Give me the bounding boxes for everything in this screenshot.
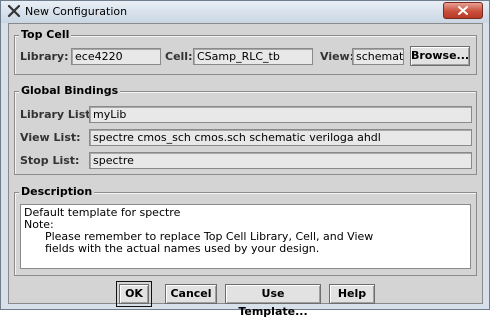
title-bar[interactable]: New Configuration [1, 1, 489, 23]
global-bindings-group: Global Bindings Library List: myLib View… [14, 84, 477, 175]
help-button[interactable]: Help [329, 284, 375, 304]
stop-list-label: Stop List: [20, 154, 80, 167]
view-list-field[interactable]: spectre cmos_sch cmos.sch schematic veri… [89, 129, 472, 146]
library-field[interactable]: ece4220 [71, 48, 161, 65]
description-group-title: Description [19, 185, 95, 198]
close-icon [458, 6, 468, 15]
view-list-label: View List: [20, 131, 81, 144]
use-template-button[interactable]: Use Template... [225, 284, 321, 318]
new-configuration-window: New Configuration Top Cell Library: ece4… [0, 0, 490, 318]
cell-label: Cell: [165, 50, 193, 63]
window-title: New Configuration [25, 5, 128, 18]
close-button[interactable] [443, 2, 483, 19]
library-list-label: Library List: [20, 108, 95, 121]
stop-list-field[interactable]: spectre [89, 152, 472, 169]
cancel-button[interactable]: Cancel [165, 284, 217, 304]
top-cell-group: Top Cell Library: ece4220 Cell: CSamp_RL… [14, 28, 477, 75]
description-textarea[interactable]: Default template for spectre Note: Pleas… [20, 204, 471, 269]
library-label: Library: [20, 50, 69, 63]
browse-button[interactable]: Browse... [410, 46, 470, 66]
cell-field[interactable]: CSamp_RLC_tb [193, 48, 313, 65]
dialog-body: Top Cell Library: ece4220 Cell: CSamp_RL… [8, 23, 483, 318]
library-list-field[interactable]: myLib [89, 106, 472, 123]
global-bindings-group-title: Global Bindings [19, 84, 121, 97]
ok-button[interactable]: OK [116, 281, 152, 307]
view-field[interactable]: schematic [352, 48, 404, 65]
x-window-icon [7, 4, 21, 18]
top-cell-group-title: Top Cell [19, 28, 72, 41]
description-group: Description Default template for spectre… [14, 185, 477, 276]
view-label: View: [320, 50, 355, 63]
